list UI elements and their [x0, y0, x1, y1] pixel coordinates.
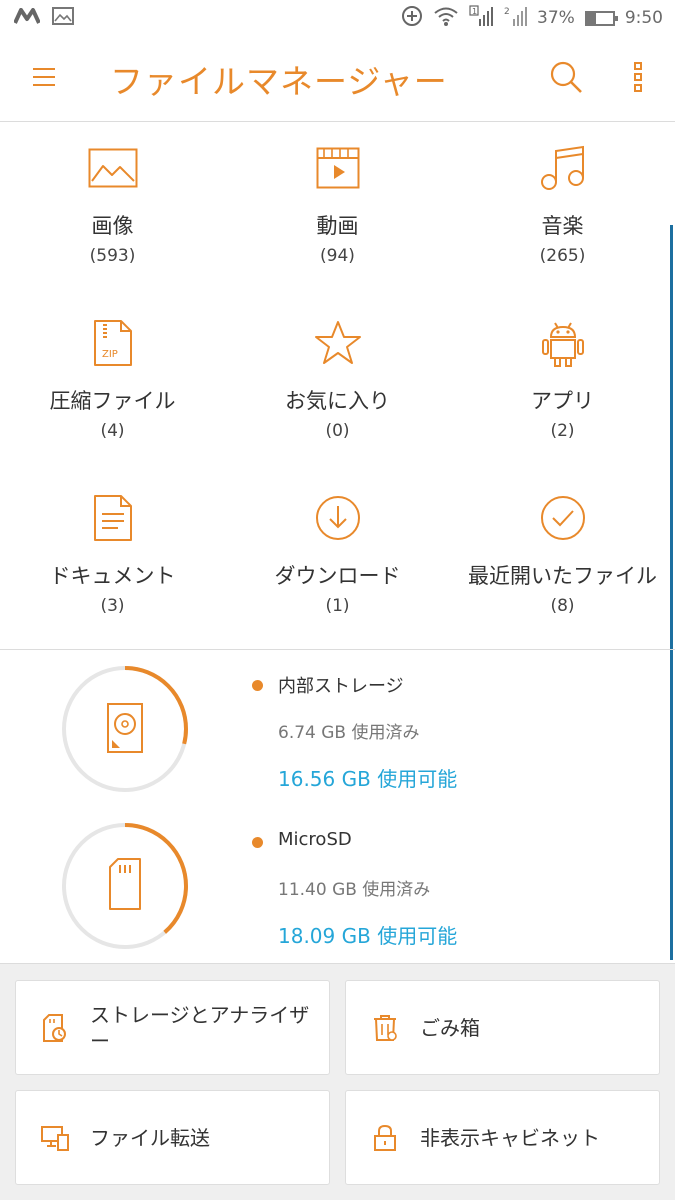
hamburger-icon [32, 67, 56, 91]
svg-text:1: 1 [472, 7, 477, 16]
app-title: ファイルマネージャー [110, 61, 448, 101]
usage-ring [60, 821, 190, 951]
sd-card-icon [109, 858, 141, 910]
storage-free: 18.09 GB 使用可能 [278, 924, 458, 948]
document-icon [87, 492, 139, 544]
storage-name: MicroSD [278, 829, 352, 850]
category-music[interactable]: 音楽 (265) [450, 122, 675, 297]
category-count: (2) [550, 421, 575, 441]
category-label: ドキュメント [49, 564, 176, 588]
category-label: お気に入り [285, 389, 390, 413]
tool-label: ストレージとアナライザー [90, 1002, 310, 1053]
category-images[interactable]: 画像 (593) [0, 122, 225, 297]
category-count: (265) [539, 246, 586, 266]
app-bar: ファイルマネージャー [0, 36, 675, 122]
zip-icon: ZIP [87, 317, 139, 369]
tool-label: ファイル転送 [90, 1125, 210, 1150]
more-options-button[interactable] [611, 52, 665, 106]
category-label: アプリ [531, 389, 594, 413]
tools-section: ストレージとアナライザー ごみ箱 ファイル転送 非表示キャビネット [0, 963, 675, 1200]
category-apps[interactable]: アプリ (2) [450, 297, 675, 472]
m-logo-icon [13, 7, 41, 29]
storage-used: 11.40 GB 使用済み [278, 880, 431, 900]
category-label: 画像 [91, 214, 134, 238]
storage-used: 6.74 GB 使用済み [278, 723, 420, 743]
category-count: (1) [325, 596, 350, 616]
download-icon [312, 492, 364, 544]
android-icon [537, 317, 589, 369]
clock: 9:50 [624, 8, 663, 28]
recent-icon [537, 492, 589, 544]
tool-label: ごみ箱 [420, 1015, 480, 1040]
file-transfer-button[interactable]: ファイル転送 [15, 1090, 330, 1185]
microsd-storage-item[interactable]: MicroSD 11.40 GB 使用済み 18.09 GB 使用可能 [0, 807, 675, 964]
storage-name: 内部ストレージ [278, 676, 404, 697]
storage-dot [252, 837, 263, 848]
hard-drive-icon [107, 703, 143, 753]
hidden-cabinet-button[interactable]: 非表示キャビネット [345, 1090, 660, 1185]
battery-percent: 37% [537, 8, 575, 28]
internal-storage-item[interactable]: 内部ストレージ 6.74 GB 使用済み 16.56 GB 使用可能 [0, 650, 675, 807]
battery-icon [584, 10, 618, 26]
signal-sim1-icon: 1 [469, 4, 494, 32]
category-label: ダウンロード [274, 564, 401, 588]
category-recent[interactable]: 最近開いたファイル (8) [450, 472, 675, 649]
search-icon [549, 60, 583, 98]
image-icon [87, 142, 139, 194]
trash-icon [370, 1013, 400, 1043]
category-count: (593) [89, 246, 136, 266]
category-label: 動画 [316, 214, 359, 238]
category-label: 最近開いたファイル [468, 564, 657, 588]
category-label: 圧縮ファイル [49, 389, 176, 413]
category-count: (0) [325, 421, 350, 441]
svg-text:2: 2 [504, 7, 510, 17]
category-videos[interactable]: 動画 (94) [225, 122, 450, 297]
category-label: 音楽 [541, 214, 584, 238]
signal-sim2-icon: 2 [503, 5, 528, 32]
category-count: (8) [550, 596, 575, 616]
svg-text:ZIP: ZIP [102, 349, 118, 360]
storage-free: 16.56 GB 使用可能 [278, 767, 458, 791]
wifi-icon [433, 5, 459, 32]
search-button[interactable] [539, 52, 593, 106]
status-bar: 1 2 37% 9:50 [0, 0, 675, 36]
storage-analyzer-button[interactable]: ストレージとアナライザー [15, 980, 330, 1075]
category-count: (94) [320, 246, 355, 266]
video-icon [312, 142, 364, 194]
star-icon [312, 317, 364, 369]
storage-dot [252, 680, 263, 691]
storage-analyzer-icon [40, 1013, 70, 1043]
music-icon [537, 142, 589, 194]
category-favorites[interactable]: お気に入り (0) [225, 297, 450, 472]
menu-button[interactable] [14, 49, 74, 109]
storage-section: 内部ストレージ 6.74 GB 使用済み 16.56 GB 使用可能 Micro… [0, 649, 675, 963]
category-downloads[interactable]: ダウンロード (1) [225, 472, 450, 649]
category-documents[interactable]: ドキュメント (3) [0, 472, 225, 649]
gallery-notification-icon [52, 6, 74, 30]
usage-ring [60, 664, 190, 794]
tool-label: 非表示キャビネット [420, 1125, 600, 1150]
lock-icon [370, 1123, 400, 1153]
data-saver-icon [401, 5, 423, 32]
file-transfer-icon [40, 1123, 70, 1153]
category-count: (4) [100, 421, 125, 441]
more-vertical-icon [632, 61, 644, 96]
trash-button[interactable]: ごみ箱 [345, 980, 660, 1075]
category-compressed[interactable]: ZIP 圧縮ファイル (4) [0, 297, 225, 472]
category-grid: 画像 (593) 動画 (94) 音楽 (265) ZIP 圧縮ファイル (4)… [0, 122, 675, 649]
category-count: (3) [100, 596, 125, 616]
